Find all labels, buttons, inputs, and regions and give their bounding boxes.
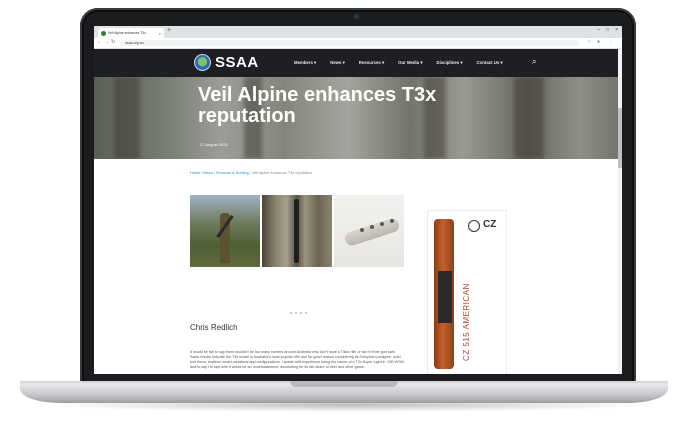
camera xyxy=(354,14,359,19)
new-tab-button[interactable]: + xyxy=(167,27,171,34)
menu-resources[interactable]: Resources ▾ xyxy=(359,60,384,66)
cz-logo-icon xyxy=(468,220,480,232)
scrollbar-thumb[interactable] xyxy=(618,108,622,168)
article-author: Chris Redlich xyxy=(190,323,238,332)
minimize-icon[interactable]: – xyxy=(597,27,600,33)
part-hole xyxy=(380,222,384,226)
favicon-icon xyxy=(101,30,106,36)
carousel-dot[interactable] xyxy=(305,312,307,314)
profile-icon[interactable]: ● xyxy=(597,39,600,45)
gallery-photo-bolt[interactable] xyxy=(334,195,404,267)
ad-model: CZ 515 AMERICAN xyxy=(462,283,471,361)
back-icon[interactable]: ← xyxy=(97,39,102,45)
browser-tab-bar: Veil Alpine enhances T3x... × + – □ × xyxy=(94,26,622,38)
page-scrollbar[interactable] xyxy=(618,48,622,374)
rifle-action-image xyxy=(438,271,452,323)
carousel-dot[interactable] xyxy=(290,312,292,314)
part-hole xyxy=(370,225,374,229)
menu-members[interactable]: Members ▾ xyxy=(294,60,316,66)
site-logo[interactable]: SSAA xyxy=(215,54,259,71)
page-title: Veil Alpine enhances T3x reputation xyxy=(198,84,437,127)
laptop-screen: Veil Alpine enhances T3x... × + – □ × ← … xyxy=(94,26,622,374)
breadcrumb-news[interactable]: News xyxy=(203,171,213,175)
breadcrumb: Home / News / Firearms & Hunting / Veil … xyxy=(190,171,313,175)
browser-tab[interactable]: Veil Alpine enhances T3x... × xyxy=(98,28,164,38)
menu-news[interactable]: News ▾ xyxy=(330,60,345,66)
carousel-dot[interactable] xyxy=(300,312,302,314)
menu-disciplines[interactable]: Disciplines ▾ xyxy=(437,60,463,66)
main-menu: Members ▾ News ▾ Resources ▾ Our Media ▾… xyxy=(294,60,503,66)
star-icon[interactable]: ☆ xyxy=(587,39,591,45)
tab-title: Veil Alpine enhances T3x... xyxy=(108,31,149,35)
hero-banner: Veil Alpine enhances T3x reputation 27 A… xyxy=(94,77,622,159)
close-window-icon[interactable]: × xyxy=(615,27,618,33)
forward-icon[interactable]: → xyxy=(104,39,109,45)
url-input[interactable]: ssaa.org.au xyxy=(120,40,580,46)
ad-brand: CZ xyxy=(483,219,497,230)
carousel-dots[interactable] xyxy=(290,312,307,314)
gallery-photo-hunter[interactable] xyxy=(190,195,260,267)
cz-rifle-ad[interactable]: CZ CZ 515 AMERICAN xyxy=(427,210,507,374)
article-content: Home / News / Firearms & Hunting / Veil … xyxy=(94,159,622,374)
reload-icon[interactable]: ↻ xyxy=(111,39,115,45)
menu-contact-us[interactable]: Contact Us ▾ xyxy=(477,60,503,66)
address-bar-row: ← → ↻ ssaa.org.au ☆ ● ⋮ xyxy=(94,38,622,49)
breadcrumb-home[interactable]: Home xyxy=(190,171,200,175)
part-hole xyxy=(360,228,364,232)
carousel-dot[interactable] xyxy=(295,312,297,314)
laptop-opening-notch xyxy=(290,381,398,387)
breadcrumb-current: Veil Alpine enhances T3x reputation xyxy=(251,171,313,175)
gallery-photo-rifle[interactable] xyxy=(262,195,332,267)
search-icon[interactable]: ⌕ xyxy=(532,57,536,67)
tab-close-icon[interactable]: × xyxy=(159,31,161,36)
breadcrumb-category[interactable]: Firearms & Hunting xyxy=(216,171,249,175)
part-hole xyxy=(390,219,394,223)
site-header: SSAA Members ▾ News ▾ Resources ▾ Our Me… xyxy=(94,49,622,77)
menu-our-media[interactable]: Our Media ▾ xyxy=(398,60,422,66)
rifle-shape xyxy=(294,199,299,263)
article-paragraph: It would be fair to say there wouldn't b… xyxy=(190,350,404,369)
menu-dots-icon[interactable]: ⋮ xyxy=(608,39,613,45)
window-controls: – □ × xyxy=(597,27,618,33)
laptop-lid: Veil Alpine enhances T3x... × + – □ × ← … xyxy=(80,8,636,386)
publish-date: 27 August 2021 xyxy=(200,142,228,147)
ssaa-logo-emblem[interactable] xyxy=(194,54,211,71)
maximize-icon[interactable]: □ xyxy=(606,27,609,33)
